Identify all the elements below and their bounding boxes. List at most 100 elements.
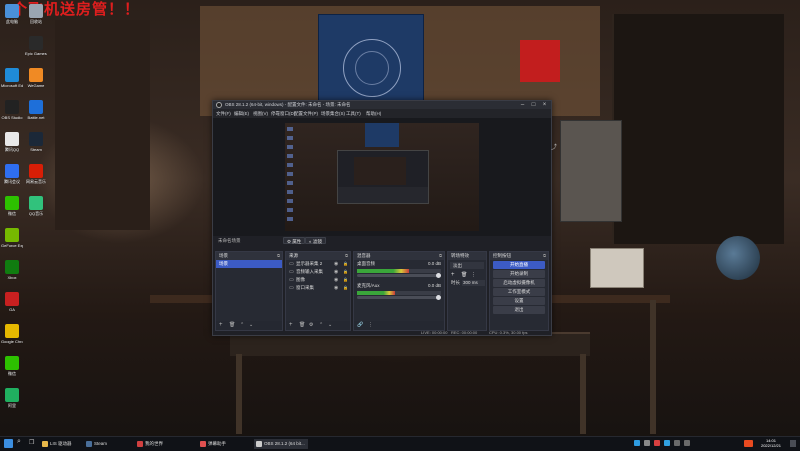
volume-slider-knob[interactable] — [436, 295, 441, 300]
source-item[interactable]: ▭ 音频输入采集 ◉ 🔒 — [286, 268, 350, 276]
lock-icon[interactable]: 🔒 — [343, 276, 348, 284]
close-icon[interactable]: × — [539, 101, 550, 109]
desktop-icon[interactable]: Microsoft Edge — [1, 68, 23, 88]
add-scene-icon[interactable]: + — [219, 322, 223, 328]
menu-item[interactable]: 编辑(E) — [234, 111, 249, 117]
eye-icon[interactable]: ◉ — [334, 260, 338, 268]
desktop-icon[interactable]: 微信 — [1, 356, 23, 376]
remove-source-icon[interactable]: 🗑 — [299, 322, 305, 328]
duration-input[interactable]: 300 ms — [462, 280, 485, 286]
stream-preview[interactable] — [285, 123, 479, 231]
menu-item[interactable]: 帮助(H) — [366, 111, 381, 117]
source-item[interactable]: ▭ 显示器采集 2 ◉ 🔒 — [286, 260, 350, 268]
tray-app-icon[interactable] — [654, 440, 660, 446]
desktop-icon[interactable]: Steam — [25, 132, 47, 152]
desktop-icon[interactable]: 微信 — [1, 196, 23, 216]
taskbar-app[interactable]: 我的世界 — [135, 439, 189, 449]
desktop-icon[interactable]: GeForce Experience — [1, 228, 23, 248]
tray-volume-icon[interactable] — [644, 440, 650, 446]
qqmusic-icon — [29, 196, 43, 210]
move-up-icon[interactable]: ⌃ — [319, 322, 323, 328]
mixer-channels: 桌面音频 0.0 dB 麦克风/Aux 0.0 dB — [354, 260, 444, 300]
desktop-icon[interactable]: OBS Studio — [1, 100, 23, 120]
mixer-link-icon[interactable]: 🔗 — [357, 322, 363, 328]
desktop-icon[interactable]: Battle.net — [25, 100, 47, 120]
properties-button[interactable]: ⚙ 属性 — [283, 237, 306, 244]
taskbar-app[interactable]: Steam — [84, 439, 122, 449]
obs-window[interactable]: OBS 28.1.2 (64-bit, windows) - 配置文件: 未命名… — [212, 100, 552, 336]
add-source-icon[interactable]: + — [289, 322, 293, 328]
duration-row: 时长 300 ms — [448, 279, 486, 287]
obs-titlebar[interactable]: OBS 28.1.2 (64-bit, windows) - 配置文件: 未命名… — [213, 101, 551, 109]
preview-poster — [365, 123, 399, 147]
mixer-menu-icon[interactable]: ⋮ — [368, 322, 373, 328]
menu-item[interactable]: 停靠窗口(D) — [271, 111, 295, 117]
control-button[interactable]: 启动虚拟摄像机 — [493, 279, 545, 287]
control-button[interactable]: 设置 — [493, 297, 545, 305]
move-down-icon[interactable]: ⌄ — [328, 322, 332, 328]
source-item[interactable]: ▭ 图像 ◉ 🔒 — [286, 276, 350, 284]
lock-icon[interactable]: 🔒 — [343, 284, 348, 292]
desktop-icon[interactable]: 腾讯QQ — [1, 132, 23, 152]
filters-button[interactable]: ◐ 滤镜 — [305, 237, 326, 244]
desktop-icon[interactable]: GA — [1, 292, 23, 312]
desktop-icon[interactable]: 回收站 — [25, 4, 47, 24]
desktop-icon[interactable]: 阿里 — [1, 388, 23, 408]
desktop-icon[interactable]: QQ音乐 — [25, 196, 47, 216]
desktop-icon[interactable]: Epic Games Launcher — [25, 36, 47, 56]
lock-icon[interactable]: 🔒 — [343, 260, 348, 268]
desktop-icon[interactable]: Xbox — [1, 260, 23, 280]
tray-battery-icon[interactable] — [684, 440, 690, 446]
desktop-icon[interactable]: Google Chrome — [1, 324, 23, 344]
volume-slider[interactable] — [357, 273, 441, 278]
notification-icon[interactable] — [790, 440, 796, 447]
transition-menu-icon[interactable]: ⋮ — [471, 271, 476, 279]
scene-item[interactable]: 场景 — [216, 260, 282, 268]
taskbar-app[interactable]: OBS 28.1.2 (64 bit... — [254, 439, 308, 449]
control-button[interactable]: 开始录制 — [493, 270, 545, 278]
lock-icon[interactable]: 🔒 — [343, 268, 348, 276]
qq-icon — [5, 132, 19, 146]
preview-area — [213, 118, 551, 236]
remove-transition-icon[interactable]: 🗑 — [461, 271, 467, 279]
maximize-icon[interactable]: □ — [528, 101, 539, 109]
start-icon[interactable] — [4, 439, 13, 448]
desktop-icon[interactable]: 网易云音乐 — [25, 164, 47, 184]
menu-item[interactable]: 场景集合(S) — [321, 111, 345, 117]
taskbar-app[interactable]: 弹幕助手 — [198, 439, 248, 449]
ime-icon[interactable] — [744, 440, 753, 447]
tray-network-icon[interactable] — [634, 440, 640, 446]
control-button[interactable]: 开始直播 — [493, 261, 545, 269]
menu-item[interactable]: 工具(T) — [346, 111, 361, 117]
source-properties-icon[interactable]: ⚙ — [309, 322, 313, 328]
eye-icon[interactable]: ◉ — [334, 276, 338, 284]
menu-item[interactable]: 视图(V) — [253, 111, 268, 117]
control-button[interactable]: 工作室模式 — [493, 288, 545, 296]
control-button[interactable]: 退出 — [493, 306, 545, 314]
volume-slider[interactable] — [357, 295, 441, 300]
eye-icon[interactable]: ◉ — [334, 268, 338, 276]
desktop-icon[interactable]: WeGame — [25, 68, 47, 88]
remove-scene-icon[interactable]: 🗑 — [229, 322, 235, 328]
desktop-icon[interactable]: 腾讯会议 — [1, 164, 23, 184]
minimize-icon[interactable]: – — [517, 101, 528, 109]
move-up-icon[interactable]: ⌃ — [240, 322, 244, 328]
share-icon[interactable]: ⤴ — [551, 142, 557, 151]
taskbar-clock[interactable]: 14:01 2022/12/21 — [758, 438, 784, 448]
tray-wifi-icon[interactable] — [674, 440, 680, 446]
volume-slider-knob[interactable] — [436, 273, 441, 278]
desktop-icon[interactable]: 此电脑 — [1, 4, 23, 24]
move-down-icon[interactable]: ⌄ — [249, 322, 253, 328]
tray-qq-icon[interactable] — [664, 440, 670, 446]
source-label: 窗口采集 — [296, 285, 314, 290]
source-item[interactable]: ▭ 窗口采集 ◉ 🔒 — [286, 284, 350, 292]
eye-icon[interactable]: ◉ — [334, 284, 338, 292]
mixer-db-value: 0.0 dB — [427, 261, 441, 266]
menu-item[interactable]: 文件(F) — [216, 111, 231, 117]
menu-item[interactable]: 配置文件(P) — [294, 111, 318, 117]
search-icon[interactable]: ⌕ — [17, 438, 21, 446]
transition-select[interactable]: 淡出 — [450, 262, 484, 269]
taskbar-app[interactable]: LIS 驱动器 — [40, 439, 80, 449]
add-transition-icon[interactable]: + — [451, 271, 455, 279]
task-view-icon[interactable]: ❐ — [29, 439, 34, 446]
